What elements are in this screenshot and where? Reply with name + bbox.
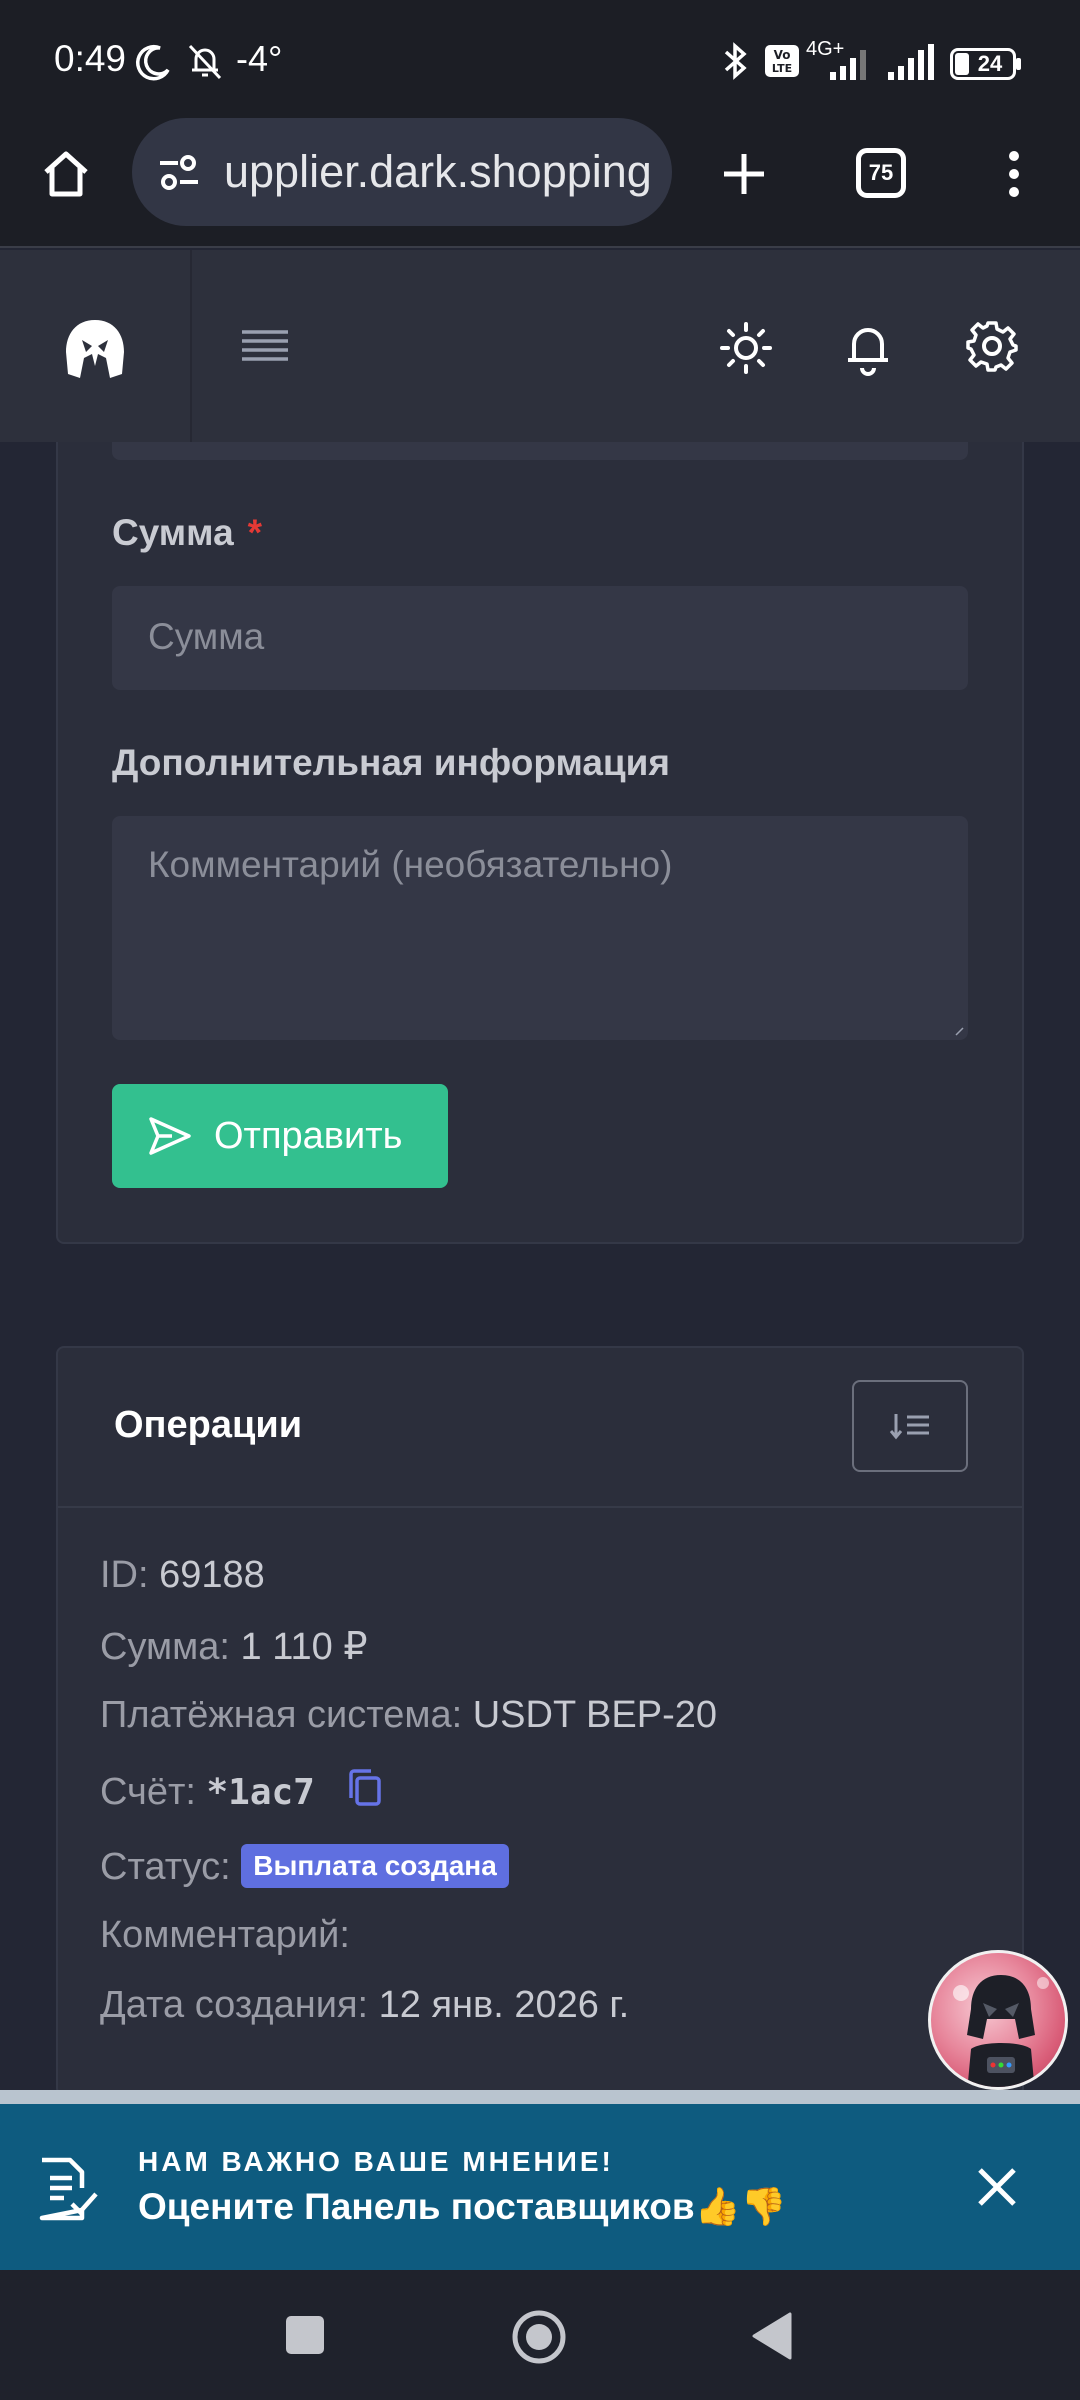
op-comment-label: Комментарий: [100,1914,350,1956]
amount-label: Сумма * [112,512,262,554]
op-amount-value: 1 110 ₽ [240,1626,368,1668]
required-mark: * [247,512,263,553]
svg-text:Vo: Vo [774,48,791,62]
comment-textarea[interactable]: Комментарий (необязательно) [112,816,968,1040]
address-bar[interactable]: upplier.dark.shopping [132,118,672,226]
amount-input[interactable]: Сумма [112,586,968,690]
operations-card: Операции ID: 69188 Сумма: 1 110 ₽ Платёж… [56,1346,1024,2096]
battery-level: 24 [977,51,1003,76]
feedback-banner[interactable]: НАМ ВАЖНО ВАШЕ МНЕНИЕ! Оцените Панель по… [0,2104,1080,2270]
logo-helmet-icon[interactable] [62,318,128,380]
banner-title: Оцените Панель поставщиков👍👎 [138,2186,787,2227]
comment-placeholder: Комментарий (необязательно) [148,844,673,885]
submit-label: Отправить [214,1114,403,1157]
app-header [0,250,1080,442]
recents-button[interactable] [286,2316,324,2354]
system-nav-bar [0,2270,1080,2400]
signal-icon-2 [888,44,934,80]
menu-toggle-icon[interactable] [240,326,290,366]
op-status: Статус: Выплата создана [100,1844,509,1889]
volte-icon: Vo LTE [765,45,799,77]
url-text[interactable]: upplier.dark.shopping [224,146,652,198]
op-system-label: Платёжная система: [100,1694,463,1736]
op-system-value: USDT BEP-20 [472,1694,717,1736]
op-amount: Сумма: 1 110 ₽ [100,1624,368,1669]
more-menu-icon[interactable] [996,146,1032,202]
previous-input-field[interactable] [112,442,968,460]
op-amount-label: Сумма: [100,1626,230,1668]
op-id: ID: 69188 [100,1554,265,1597]
op-id-value: 69188 [159,1554,265,1596]
header-divider [190,250,192,442]
tab-count: 75 [868,160,894,185]
survey-document-icon [39,2157,98,2221]
op-date-value: 12 янв. 2026 г. [378,1984,630,2026]
amount-label-text: Сумма [112,512,234,553]
tab-switcher-button[interactable]: 75 [856,148,906,198]
browser-toolbar: upplier.dark.shopping 75 [0,118,1080,248]
moon-icon [136,44,170,81]
op-account-value: *1ac7 [206,1772,315,1813]
resize-handle-icon[interactable] [954,1026,964,1036]
bluetooth-icon [724,42,747,80]
theme-sun-icon[interactable] [720,322,772,374]
op-payment-system: Платёжная система: USDT BEP-20 [100,1694,717,1737]
bell-muted-icon [188,44,222,80]
sort-button[interactable] [852,1380,968,1472]
home-nav-button[interactable] [510,2308,568,2366]
status-time: 0:49 [54,38,127,79]
op-id-label: ID: [100,1554,149,1596]
amount-placeholder: Сумма [148,616,265,657]
site-settings-icon[interactable] [156,150,202,196]
status-temperature: -4° [236,38,283,79]
battery-icon: 24 [950,48,1016,80]
settings-gear-icon[interactable] [966,320,1018,372]
additional-info-label: Дополнительная информация [112,742,671,783]
operations-header-divider [58,1506,1022,1508]
close-icon[interactable] [976,2166,1018,2208]
op-account: Счёт: *1ac7 [100,1768,383,1814]
sort-list-icon [889,1414,929,1440]
op-date-label: Дата создания: [100,1984,369,2026]
op-date: Дата создания: 12 янв. 2026 г. [100,1984,629,2027]
svg-text:LTE: LTE [772,62,792,75]
home-icon[interactable] [38,146,94,202]
status-bar: 0:49 -4° Vo LTE 4G+ 24 [0,0,1080,118]
op-comment: Комментарий: [100,1914,350,1957]
op-account-label: Счёт: [100,1771,196,1813]
send-icon [149,1117,191,1155]
status-badge: Выплата создана [241,1844,509,1888]
notifications-bell-icon[interactable] [842,320,894,376]
banner-kicker: НАМ ВАЖНО ВАШЕ МНЕНИЕ! [138,2146,614,2177]
battery-tip [1016,58,1021,70]
banner-top-strip [0,2090,1080,2104]
avatar-helmet-image [953,1975,1049,2087]
back-nav-button[interactable] [750,2310,794,2362]
signal-icon-1 [830,50,866,80]
new-tab-icon[interactable] [716,146,772,202]
support-chat-avatar[interactable] [928,1950,1068,2090]
copy-icon[interactable] [347,1768,383,1808]
operations-title: Операции [114,1404,303,1446]
op-status-label: Статус: [100,1846,231,1888]
submit-button[interactable]: Отправить [112,1084,448,1188]
